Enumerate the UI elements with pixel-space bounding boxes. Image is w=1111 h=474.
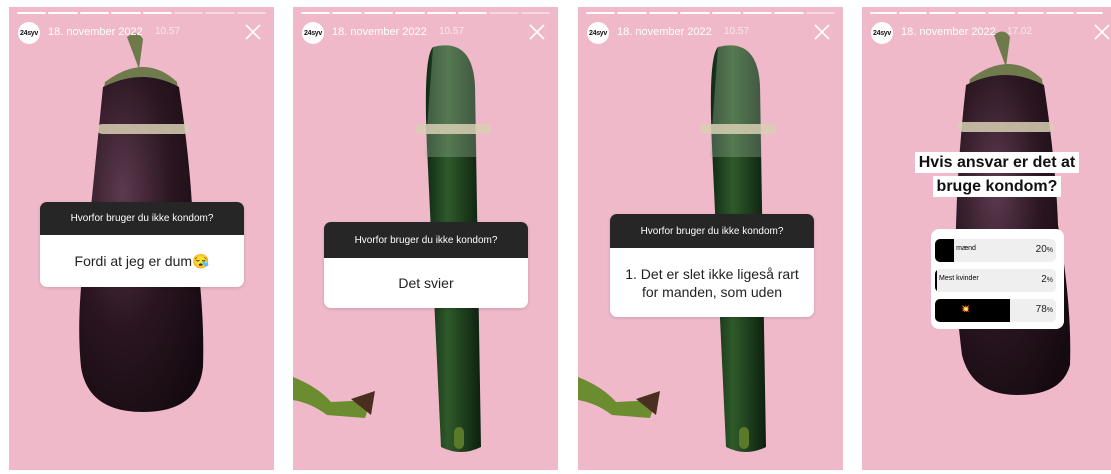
story-date: 18. november 2022 (901, 26, 996, 38)
question-text: Hvorfor bruger du ikke kondom? (324, 222, 528, 258)
question-text: Hvorfor bruger du ikke kondom? (610, 214, 814, 248)
poll-option-percent: 78% (1035, 304, 1053, 315)
story-time: 17.02 (1007, 26, 1033, 37)
account-avatar[interactable]: 24syv (18, 22, 40, 44)
progress-segment (520, 12, 550, 14)
story-date: 18. november 2022 (332, 26, 427, 38)
progress-segment (870, 12, 898, 14)
progress-segment (774, 12, 804, 14)
story-time: 10.57 (724, 26, 750, 37)
close-icon[interactable] (242, 21, 264, 43)
progress-segment (648, 12, 679, 14)
progress-segment (711, 12, 741, 14)
answer-text: Fordi at jeg er dum😪 (40, 235, 244, 287)
poll-option-percent: 2% (1041, 274, 1053, 285)
story-header: 24syv 18. november 2022 10.57 (18, 20, 266, 44)
story-date: 18. november 2022 (48, 26, 143, 38)
progress-segment (426, 12, 456, 14)
progress-segment (111, 12, 141, 14)
answer-text: Det svier (324, 258, 528, 308)
story-time: 10.57 (155, 26, 181, 37)
story-header: 24syv 18. november 2022 17.02 (871, 20, 1110, 44)
progress-segment (79, 12, 110, 14)
story-progress-bar (870, 12, 1103, 14)
question-text: Hvorfor bruger du ikke kondom? (40, 202, 244, 235)
poll-option[interactable]: Mest mænd 20% (935, 239, 1056, 262)
progress-segment (899, 12, 927, 14)
poll-option-percent: 20% (1035, 244, 1053, 255)
question-sticker: Hvorfor bruger du ikke kondom? Det svier (324, 222, 528, 308)
progress-segment (457, 12, 488, 14)
story-card-3: 24syv 18. november 2022 10.57 Hvorfor br… (578, 7, 843, 470)
question-sticker: Hvorfor bruger du ikke kondom? 1. Det er… (610, 214, 814, 317)
progress-segment (142, 12, 172, 14)
progress-segment (332, 12, 362, 14)
close-icon[interactable] (526, 21, 548, 43)
progress-segment (301, 12, 331, 14)
poll-option-label: Mest mænd (939, 245, 976, 252)
progress-segment (489, 12, 519, 14)
story-date: 18. november 2022 (617, 26, 712, 38)
poll-option-fill (935, 269, 937, 292)
progress-segment (173, 12, 204, 14)
progress-segment (205, 12, 235, 14)
poll-option[interactable]: Begge 💥 78% (935, 299, 1056, 322)
story-progress-bar (17, 12, 266, 14)
question-sticker: Hvorfor bruger du ikke kondom? Fordi at … (40, 202, 244, 287)
story-card-4: 24syv 18. november 2022 17.02 Hvis ansva… (862, 7, 1111, 470)
story-time: 10.57 (439, 26, 465, 37)
progress-segment (928, 12, 957, 14)
progress-segment (1016, 12, 1045, 14)
account-avatar[interactable]: 24syv (871, 22, 893, 44)
poll-option[interactable]: Mest kvinder 2% (935, 269, 1056, 292)
progress-segment (395, 12, 425, 14)
progress-segment (958, 12, 986, 14)
progress-segment (17, 12, 47, 14)
account-avatar[interactable]: 24syv (302, 22, 324, 44)
story-progress-bar (586, 12, 835, 14)
progress-segment (805, 12, 835, 14)
progress-segment (48, 12, 78, 14)
progress-segment (617, 12, 647, 14)
poll-option-label: Mest kvinder (939, 275, 979, 282)
progress-segment (586, 12, 616, 14)
poll-title: Hvis ansvar er det at bruge kondom? (902, 151, 1092, 199)
poll-sticker: Mest mænd 20% Mest kvinder 2% Begge 💥 78% (931, 229, 1064, 329)
close-icon[interactable] (1091, 21, 1111, 43)
progress-segment (363, 12, 394, 14)
progress-segment (680, 12, 710, 14)
story-header: 24syv 18. november 2022 10.57 (587, 20, 835, 44)
story-card-1: 24syv 18. november 2022 10.57 Hvorfor br… (9, 7, 274, 470)
progress-segment (987, 12, 1015, 14)
close-icon[interactable] (811, 21, 833, 43)
answer-text: 1. Det er slet ikke ligeså rart for mand… (610, 248, 814, 317)
progress-segment (1046, 12, 1074, 14)
progress-segment (236, 12, 266, 14)
progress-segment (1075, 12, 1103, 14)
poll-option-label: Begge 💥 (939, 306, 970, 313)
account-avatar[interactable]: 24syv (587, 22, 609, 44)
story-progress-bar (301, 12, 550, 14)
story-header: 24syv 18. november 2022 10.57 (302, 20, 550, 44)
progress-segment (742, 12, 773, 14)
story-card-2: 24syv 18. november 2022 10.57 Hvorfor br… (293, 7, 558, 470)
